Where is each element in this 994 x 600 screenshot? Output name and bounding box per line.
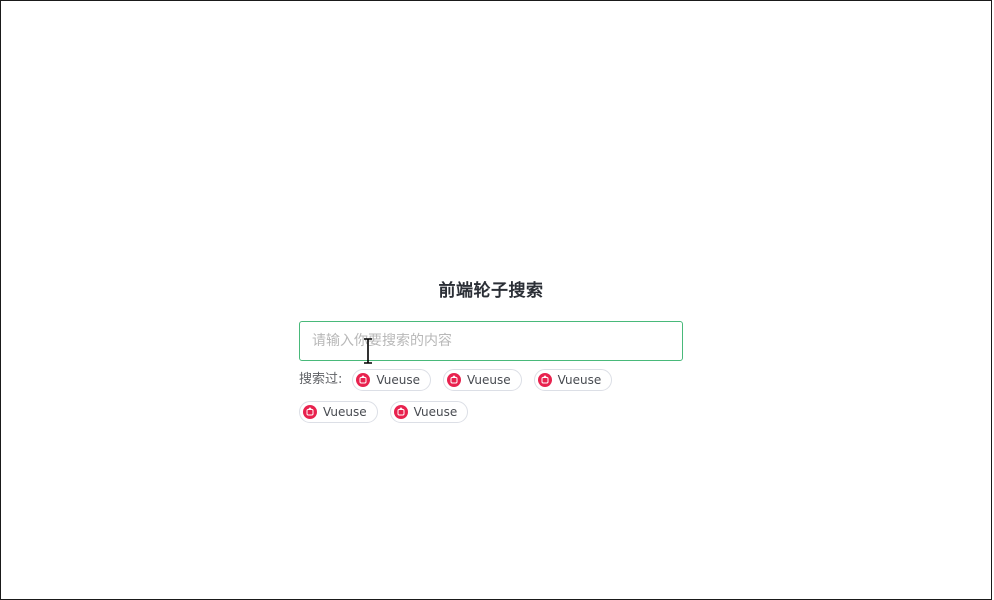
history-chip[interactable]: Vueuse [443,369,522,391]
vueuse-logo-icon [537,373,552,387]
search-history-label: 搜索过: [299,372,343,387]
search-panel: 前端轮子搜索 搜索过: Vueuse Vueuse [299,276,683,423]
page-title: 前端轮子搜索 [438,281,544,301]
history-chip-label: Vueuse [557,373,602,387]
history-chip-label: Vueuse [376,373,421,387]
history-chip-label: Vueuse [413,405,458,419]
vueuse-logo-icon [303,405,317,419]
vueuse-logo-icon [393,405,408,419]
history-chip[interactable]: Vueuse [352,369,432,391]
history-chip-label: Vueuse [467,373,511,387]
history-chip[interactable]: Vueuse [389,401,469,423]
search-history: 搜索过: Vueuse Vueuse Vueuse Vueuse Vueuse [299,369,683,423]
history-chip[interactable]: Vueuse [299,401,378,423]
vueuse-logo-icon [356,373,371,387]
history-chip-label: Vueuse [323,405,367,419]
vueuse-logo-icon [447,373,462,387]
history-chip[interactable]: Vueuse [533,369,613,391]
search-input[interactable] [299,321,683,361]
